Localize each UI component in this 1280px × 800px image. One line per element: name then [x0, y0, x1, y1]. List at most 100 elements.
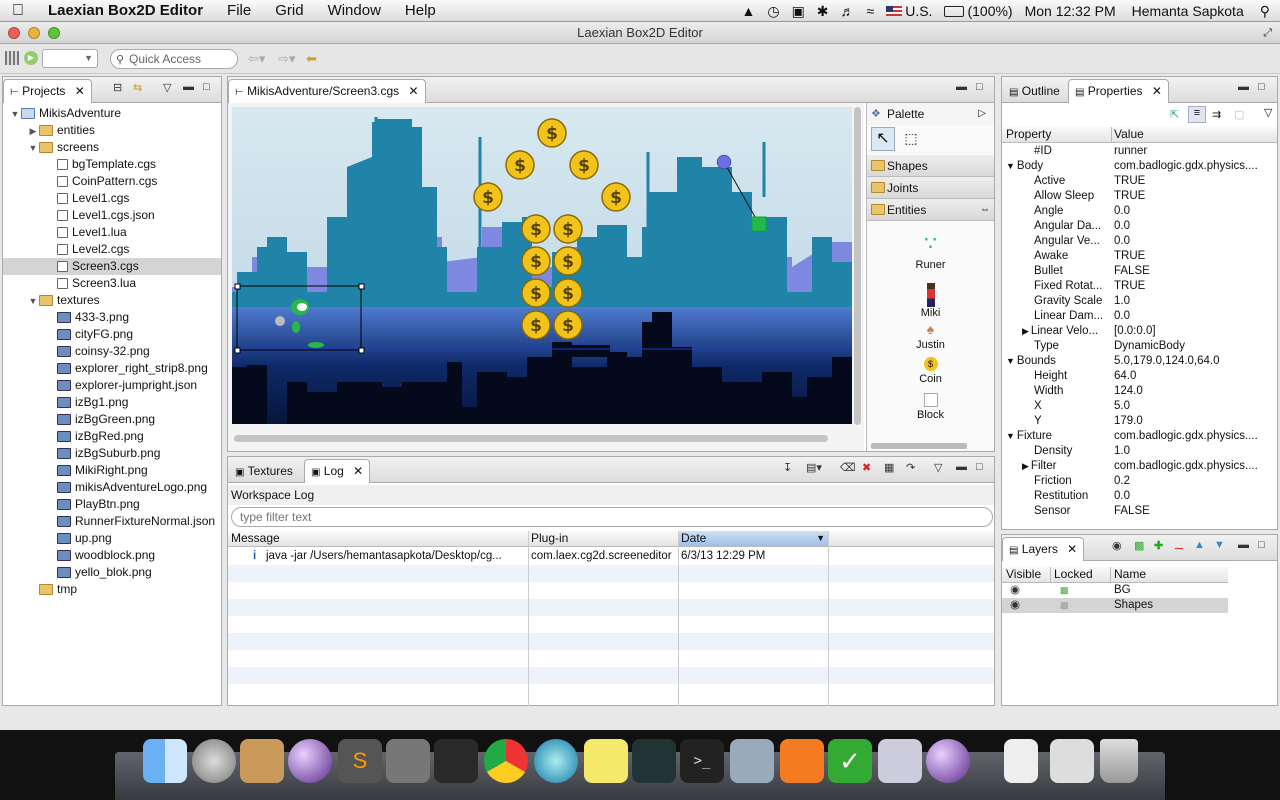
select-tool-icon[interactable]: ↖ — [871, 127, 895, 151]
property-row[interactable]: Linear Dam... 0.0 — [1002, 309, 1277, 324]
tree-item[interactable]: Screen3.lua — [3, 275, 221, 292]
drawer-pin-icon[interactable]: ⇔ — [980, 199, 990, 221]
flag-icon[interactable] — [886, 6, 903, 16]
chrome-icon[interactable] — [484, 739, 528, 783]
property-row[interactable]: Allow Sleep TRUE — [1002, 189, 1277, 204]
finder-icon[interactable] — [143, 739, 187, 783]
property-value[interactable]: TRUE — [1114, 174, 1279, 189]
property-value[interactable]: 179.0 — [1114, 414, 1279, 429]
tree-item[interactable]: MikiRight.png — [3, 462, 221, 479]
tree-item[interactable]: explorer-jumpright.json — [3, 377, 221, 394]
property-row[interactable]: ▶ Filter com.badlogic.gdx.physics.... — [1002, 459, 1277, 474]
column-name[interactable]: Name — [1114, 567, 1146, 582]
view-menu-icon[interactable]: ▽ — [163, 81, 171, 94]
minimize-icon[interactable]: ▬ — [1238, 81, 1249, 93]
column-message[interactable]: Message — [231, 531, 280, 546]
itunes-icon[interactable] — [534, 739, 578, 783]
entity-justin[interactable]: ♠ Justin — [867, 321, 994, 357]
github-icon[interactable] — [730, 739, 774, 783]
log-table-row[interactable]: i java -jar /Users/hemantasapkota/Deskto… — [228, 548, 994, 565]
tree-item[interactable]: ▼ textures — [3, 292, 221, 309]
battery-icon[interactable] — [944, 5, 965, 17]
eye-icon[interactable]: ◉ — [1010, 598, 1020, 613]
tab-log[interactable]: ▣ Log ✕ — [304, 459, 371, 483]
run-icon[interactable]: ▶ — [24, 51, 38, 65]
activity-monitor-icon[interactable] — [632, 739, 676, 783]
link-editor-icon[interactable]: ⇆ — [133, 81, 142, 94]
drawer-shapes[interactable]: Shapes — [867, 155, 994, 177]
back-nav-icon[interactable]: ⇦▾ — [248, 51, 265, 67]
expand-toggle-icon[interactable]: ▶ — [27, 123, 39, 140]
drawer-entities[interactable]: Entities ⇔ — [867, 199, 994, 221]
tree-item[interactable]: ▼ screens — [3, 139, 221, 156]
maximize-icon[interactable]: □ — [976, 81, 983, 93]
display-icon[interactable]: ▣ — [792, 3, 805, 20]
tab-layers[interactable]: ▤ Layers ✕ — [1002, 537, 1085, 561]
expand-toggle-icon[interactable]: ▼ — [1006, 356, 1015, 366]
palette-collapse-icon[interactable]: ▷ — [978, 103, 986, 125]
launchpad-icon[interactable] — [192, 739, 236, 783]
remove-layer-icon[interactable]: ⚊ — [1174, 539, 1184, 552]
menu-app[interactable]: Laexian Box2D Editor — [36, 2, 215, 19]
tab-outline[interactable]: ▤ Outline — [1002, 79, 1067, 103]
expand-toggle-icon[interactable]: ▼ — [27, 293, 39, 310]
property-value[interactable]: runner — [1114, 144, 1279, 159]
column-visible[interactable]: Visible — [1006, 567, 1041, 582]
property-row[interactable]: Sensor FALSE — [1002, 504, 1277, 519]
export-log-icon[interactable]: ↧ — [783, 461, 792, 474]
xampp-icon[interactable] — [780, 739, 824, 783]
property-row[interactable]: Gravity Scale 1.0 — [1002, 294, 1277, 309]
tree-item[interactable]: PlayBtn.png — [3, 496, 221, 513]
move-layer-down-icon[interactable]: ▼ — [1214, 539, 1225, 551]
menu-file[interactable]: File — [215, 2, 263, 19]
categories-icon[interactable]: ≡ — [1188, 106, 1206, 123]
property-row[interactable]: Density 1.0 — [1002, 444, 1277, 459]
tree-item[interactable]: izBg1.png — [3, 394, 221, 411]
minimize-icon[interactable]: ▬ — [956, 81, 967, 93]
property-row[interactable]: Active TRUE — [1002, 174, 1277, 189]
facetime-icon[interactable] — [434, 739, 478, 783]
zoom-window-button[interactable] — [48, 27, 60, 39]
property-row[interactable]: Bullet FALSE — [1002, 264, 1277, 279]
column-value[interactable]: Value — [1114, 127, 1144, 142]
minimize-icon[interactable]: ▬ — [956, 461, 967, 473]
property-value[interactable]: 0.2 — [1114, 474, 1279, 489]
lock-icon[interactable]: ▩ — [1060, 598, 1069, 613]
property-value[interactable]: com.badlogic.gdx.physics.... — [1114, 459, 1279, 474]
tree-item[interactable]: Level1.lua — [3, 224, 221, 241]
property-row[interactable]: ▼ Body com.badlogic.gdx.physics.... — [1002, 159, 1277, 174]
add-layer-icon[interactable]: ✚ — [1154, 539, 1163, 552]
tree-item[interactable]: woodblock.png — [3, 547, 221, 564]
maximize-icon[interactable]: □ — [1258, 81, 1265, 93]
view-menu-icon[interactable]: ▽ — [1264, 106, 1272, 119]
menu-help[interactable]: Help — [393, 2, 448, 19]
tree-item[interactable]: Level2.cgs — [3, 241, 221, 258]
bluetooth-icon[interactable]: ✱ — [817, 3, 829, 20]
column-locked[interactable]: Locked — [1054, 567, 1093, 582]
tab-projects[interactable]: ⊢ Projects ✕ — [3, 79, 92, 103]
close-icon[interactable]: ✕ — [75, 84, 85, 98]
layer-row-shapes[interactable]: ◉ ▩ Shapes — [1002, 598, 1228, 613]
property-row[interactable]: Restitution 0.0 — [1002, 489, 1277, 504]
marquee-tool-icon[interactable]: ⬚ — [899, 127, 923, 151]
joint-body[interactable] — [751, 216, 767, 232]
entity-miki[interactable]: Miki — [867, 283, 994, 321]
property-row[interactable]: Friction 0.2 — [1002, 474, 1277, 489]
property-value[interactable]: com.badlogic.gdx.physics.... — [1114, 429, 1279, 444]
tree-item[interactable]: explorer_right_strip8.png — [3, 360, 221, 377]
clock[interactable]: Mon 12:32 PM — [1025, 3, 1116, 19]
menu-window[interactable]: Window — [316, 2, 393, 19]
property-row[interactable]: Angular Ve... 0.0 — [1002, 234, 1277, 249]
lock-layer-icon[interactable]: ▩ — [1134, 539, 1144, 552]
maximize-icon[interactable]: □ — [1258, 539, 1265, 551]
expand-toggle-icon[interactable]: ▼ — [9, 106, 21, 123]
run-config-dropdown[interactable]: ▼ — [42, 49, 98, 68]
property-row[interactable]: ▶ Linear Velo... [0.0:0.0] — [1002, 324, 1277, 339]
forward-nav-icon[interactable]: ⇨▾ — [278, 51, 295, 67]
tree-item[interactable]: up.png — [3, 530, 221, 547]
tree-item[interactable]: Screen3.cgs — [3, 258, 221, 275]
eclipse-icon[interactable] — [288, 739, 332, 783]
property-value[interactable]: 0.0 — [1114, 219, 1279, 234]
apple-icon[interactable]:  — [0, 2, 36, 20]
sublime-text-icon[interactable]: S — [338, 739, 382, 783]
